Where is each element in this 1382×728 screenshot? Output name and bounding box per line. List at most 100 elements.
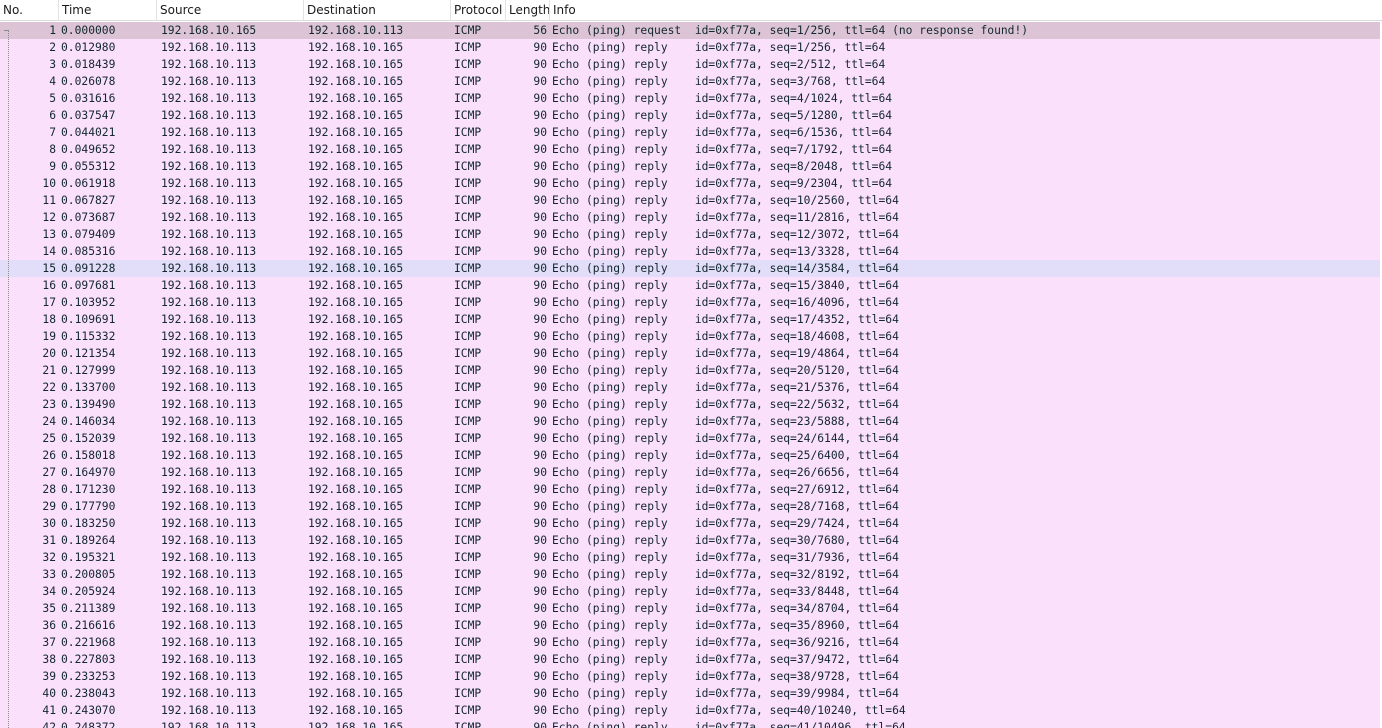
packet-length: 90: [533, 58, 547, 71]
table-row[interactable]: 39 0.233253 192.168.10.113 192.168.10.165 IC…: [0, 668, 1382, 685]
packet-time: 0.152039: [61, 432, 116, 445]
packet-destination: 192.168.10.165: [308, 313, 404, 326]
column-header-length[interactable]: Length: [506, 0, 550, 20]
packet-time: 0.216616: [61, 619, 116, 632]
table-row[interactable]: 16 0.097681 192.168.10.113 192.168.10.165 IC…: [0, 277, 1382, 294]
table-row[interactable]: 3 0.018439 192.168.10.113 192.168.10.165 ICM…: [0, 56, 1382, 73]
packet-length: 90: [533, 279, 547, 292]
table-row[interactable]: 12 0.073687 192.168.10.113 192.168.10.165 IC…: [0, 209, 1382, 226]
packet-destination: 192.168.10.165: [308, 568, 404, 581]
table-row[interactable]: 28 0.171230 192.168.10.113 192.168.10.165 IC…: [0, 481, 1382, 498]
packet-source: 192.168.10.113: [161, 398, 257, 411]
table-row[interactable]: 14 0.085316 192.168.10.113 192.168.10.165 IC…: [0, 243, 1382, 260]
table-row[interactable]: 2 0.012980 192.168.10.113 192.168.10.165 ICM…: [0, 39, 1382, 56]
table-row[interactable]: 22 0.133700 192.168.10.113 192.168.10.165 IC…: [0, 379, 1382, 396]
table-row[interactable]: 19 0.115332 192.168.10.113 192.168.10.165 IC…: [0, 328, 1382, 345]
packet-protocol: ICMP: [454, 313, 482, 326]
packet-source: 192.168.10.113: [161, 313, 257, 326]
table-row[interactable]: 9 0.055312 192.168.10.113 192.168.10.165 ICM…: [0, 158, 1382, 175]
table-row[interactable]: 21 0.127999 192.168.10.113 192.168.10.165 IC…: [0, 362, 1382, 379]
table-row[interactable]: 40 0.238043 192.168.10.113 192.168.10.165 IC…: [0, 685, 1382, 702]
packet-time: 0.243070: [61, 704, 116, 717]
table-row[interactable]: 26 0.158018 192.168.10.113 192.168.10.165 IC…: [0, 447, 1382, 464]
table-row[interactable]: 35 0.211389 192.168.10.113 192.168.10.165 IC…: [0, 600, 1382, 617]
packet-source: 192.168.10.113: [161, 517, 257, 530]
table-row[interactable]: 41 0.243070 192.168.10.113 192.168.10.165 IC…: [0, 702, 1382, 719]
column-header-time[interactable]: Time: [59, 0, 157, 20]
packet-time: 0.127999: [61, 364, 116, 377]
packet-protocol: ICMP: [454, 143, 482, 156]
table-row[interactable]: 34 0.205924 192.168.10.113 192.168.10.165 IC…: [0, 583, 1382, 600]
column-header-info[interactable]: Info: [550, 0, 1382, 20]
packet-length: 90: [533, 551, 547, 564]
table-row[interactable]: 32 0.195321 192.168.10.113 192.168.10.165 IC…: [0, 549, 1382, 566]
packet-time: 0.227803: [61, 653, 116, 666]
packet-protocol: ICMP: [454, 585, 482, 598]
table-row[interactable]: 15 0.091228 192.168.10.113 192.168.10.165 IC…: [0, 260, 1382, 277]
packet-time: 0.205924: [61, 585, 116, 598]
packet-info: Echo (ping) reply id=0xf77a, seq=6/1536,…: [552, 126, 893, 139]
packet-source: 192.168.10.113: [161, 58, 257, 71]
packet-source: 192.168.10.113: [161, 449, 257, 462]
table-row[interactable]: 11 0.067827 192.168.10.113 192.168.10.165 IC…: [0, 192, 1382, 209]
table-row[interactable]: 8 0.049652 192.168.10.113 192.168.10.165 ICM…: [0, 141, 1382, 158]
table-row[interactable]: 30 0.183250 192.168.10.113 192.168.10.165 IC…: [0, 515, 1382, 532]
packet-source: 192.168.10.113: [161, 585, 257, 598]
packet-protocol: ICMP: [454, 449, 482, 462]
column-header-destination[interactable]: Destination: [304, 0, 451, 20]
column-header-no[interactable]: No.: [0, 0, 59, 20]
packet-destination: 192.168.10.165: [308, 347, 404, 360]
table-row[interactable]: 37 0.221968 192.168.10.113 192.168.10.165 IC…: [0, 634, 1382, 651]
table-row[interactable]: 29 0.177790 192.168.10.113 192.168.10.165 IC…: [0, 498, 1382, 515]
packet-info: Echo (ping) reply id=0xf77a, seq=8/2048,…: [552, 160, 893, 173]
packet-destination: 192.168.10.165: [308, 704, 404, 717]
packet-protocol: ICMP: [454, 551, 482, 564]
table-row[interactable]: 20 0.121354 192.168.10.113 192.168.10.165 IC…: [0, 345, 1382, 362]
packet-protocol: ICMP: [454, 670, 482, 683]
table-row[interactable]: 18 0.109691 192.168.10.113 192.168.10.165 IC…: [0, 311, 1382, 328]
packet-source: 192.168.10.113: [161, 415, 257, 428]
table-row[interactable]: 38 0.227803 192.168.10.113 192.168.10.165 IC…: [0, 651, 1382, 668]
table-row[interactable]: 5 0.031616 192.168.10.113 192.168.10.165 ICM…: [0, 90, 1382, 107]
packet-destination: 192.168.10.165: [308, 534, 404, 547]
packet-time: 0.067827: [61, 194, 116, 207]
packet-source: 192.168.10.165: [161, 24, 257, 37]
packet-info: Echo (ping) reply id=0xf77a, seq=32/8192…: [552, 568, 899, 581]
packet-protocol: ICMP: [454, 92, 482, 105]
table-row[interactable]: 7 0.044021 192.168.10.113 192.168.10.165 ICM…: [0, 124, 1382, 141]
packet-info: Echo (ping) reply id=0xf77a, seq=7/1792,…: [552, 143, 893, 156]
packet-length: 56: [533, 24, 547, 37]
packet-time: 0.109691: [61, 313, 116, 326]
packet-protocol: ICMP: [454, 602, 482, 615]
packet-length: 90: [533, 483, 547, 496]
packet-length: 90: [533, 721, 547, 728]
table-row[interactable]: 17 0.103952 192.168.10.113 192.168.10.165 IC…: [0, 294, 1382, 311]
packet-source: 192.168.10.113: [161, 245, 257, 258]
table-row[interactable]: 23 0.139490 192.168.10.113 192.168.10.165 IC…: [0, 396, 1382, 413]
table-row[interactable]: 36 0.216616 192.168.10.113 192.168.10.165 IC…: [0, 617, 1382, 634]
table-row[interactable]: 42 0.248372 192.168.10.113 192.168.10.165 IC…: [0, 719, 1382, 728]
packet-protocol: ICMP: [454, 568, 482, 581]
table-row[interactable]: 1 0.000000 192.168.10.165 192.168.10.113 ICM…: [0, 22, 1382, 39]
table-row[interactable]: 27 0.164970 192.168.10.113 192.168.10.165 IC…: [0, 464, 1382, 481]
packet-protocol: ICMP: [454, 415, 482, 428]
packet-length: 90: [533, 585, 547, 598]
table-row[interactable]: 24 0.146034 192.168.10.113 192.168.10.165 IC…: [0, 413, 1382, 430]
table-row[interactable]: 33 0.200805 192.168.10.113 192.168.10.165 IC…: [0, 566, 1382, 583]
packet-destination: 192.168.10.165: [308, 381, 404, 394]
packet-source: 192.168.10.113: [161, 602, 257, 615]
packet-list[interactable]: No. Time Source Destination Protocol Len…: [0, 0, 1382, 728]
table-row[interactable]: 6 0.037547 192.168.10.113 192.168.10.165 ICM…: [0, 107, 1382, 124]
table-row[interactable]: 31 0.189264 192.168.10.113 192.168.10.165 IC…: [0, 532, 1382, 549]
table-row[interactable]: 10 0.061918 192.168.10.113 192.168.10.165 IC…: [0, 175, 1382, 192]
table-row[interactable]: 4 0.026078 192.168.10.113 192.168.10.165 ICM…: [0, 73, 1382, 90]
column-header-source[interactable]: Source: [157, 0, 304, 20]
column-header-protocol[interactable]: Protocol: [451, 0, 506, 20]
packet-source: 192.168.10.113: [161, 551, 257, 564]
packet-protocol: ICMP: [454, 432, 482, 445]
table-row[interactable]: 25 0.152039 192.168.10.113 192.168.10.165 IC…: [0, 430, 1382, 447]
table-row[interactable]: 13 0.079409 192.168.10.113 192.168.10.165 IC…: [0, 226, 1382, 243]
packet-info: Echo (ping) reply id=0xf77a, seq=15/3840…: [552, 279, 899, 292]
packet-time: 0.091228: [61, 262, 116, 275]
packet-length: 90: [533, 398, 547, 411]
